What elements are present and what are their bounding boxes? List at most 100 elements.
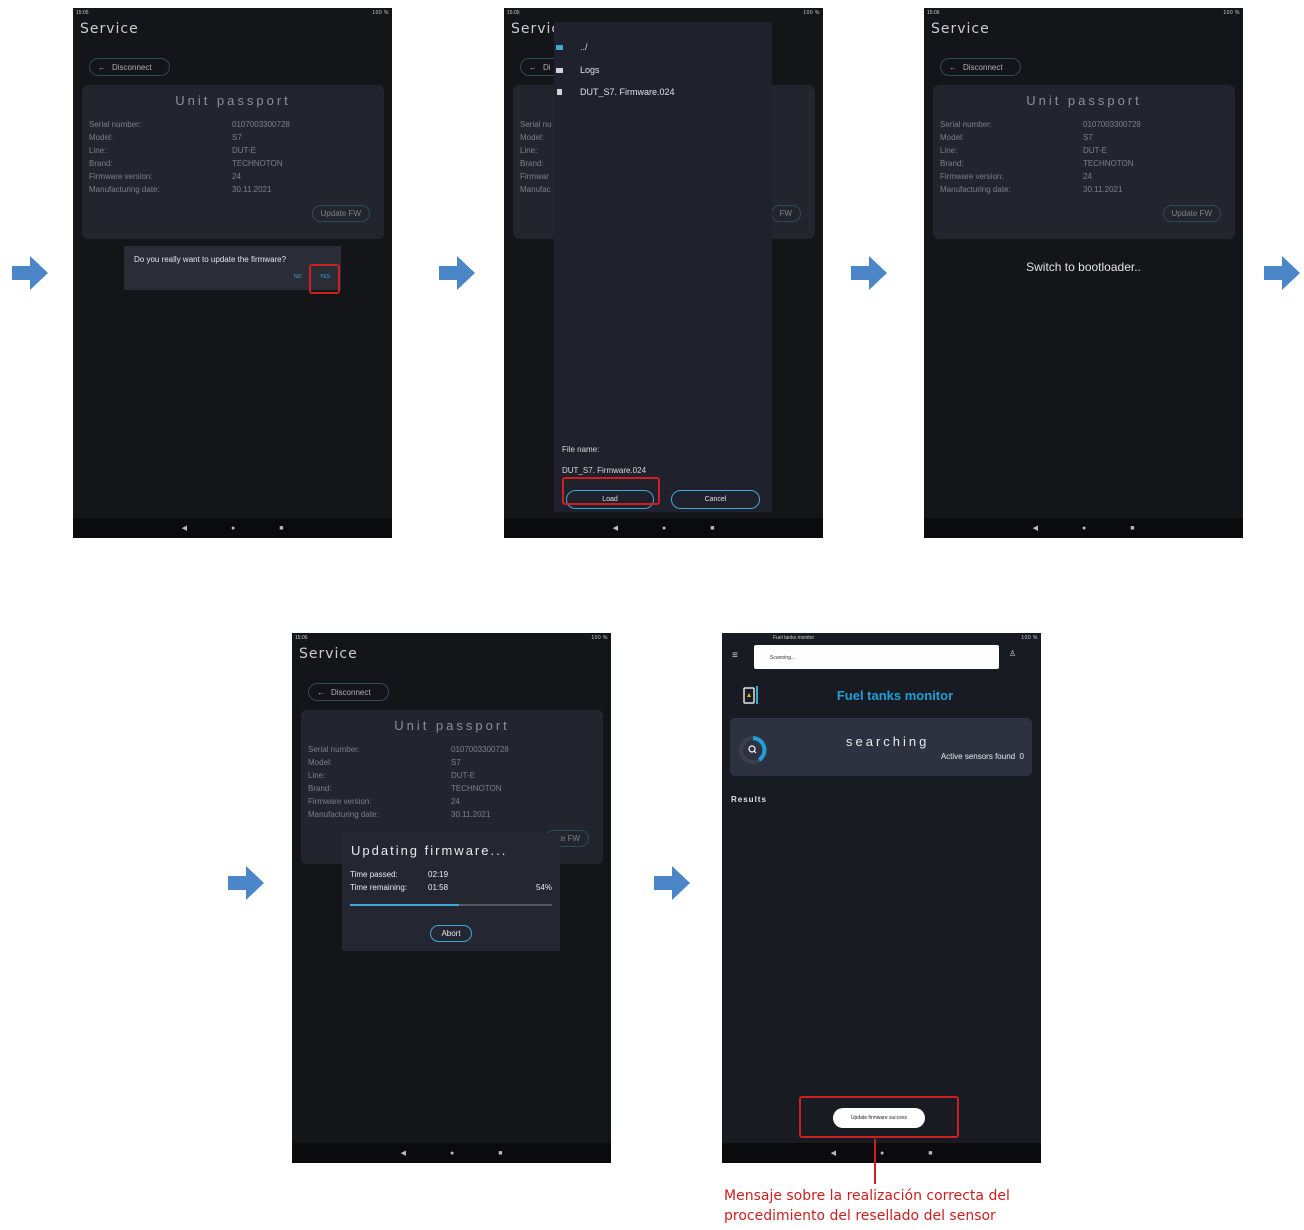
android-nav-bar: ◀ ● ■	[924, 518, 1243, 538]
back-arrow-icon: ←	[98, 62, 106, 72]
caption-line-1: Mensaje sobre la realización correcta de…	[724, 1188, 1010, 1204]
value-brand: TECHNOTON	[232, 159, 283, 168]
passport-title: Unit passport	[394, 718, 510, 733]
label-firmware: Firmware version:	[89, 172, 153, 181]
caption-line-2: procedimiento del resellado del sensor	[724, 1208, 996, 1224]
time-remaining-value: 01:58	[428, 883, 449, 892]
home-nav-icon[interactable]: ●	[450, 1150, 454, 1157]
user-icon[interactable]: ♙	[1009, 649, 1016, 658]
flow-arrow-icon	[228, 866, 264, 900]
android-nav-bar: ◀ ● ■	[504, 518, 823, 538]
value-firmware: 24	[451, 797, 460, 806]
callout-caption: Mensaje sobre la realización correcta de…	[724, 1186, 1084, 1226]
back-nav-icon[interactable]: ◀	[1033, 524, 1038, 532]
recents-nav-icon[interactable]: ■	[498, 1150, 502, 1157]
home-nav-icon[interactable]: ●	[1082, 525, 1086, 532]
passport-title: Unit passport	[175, 93, 291, 108]
recents-nav-icon[interactable]: ■	[710, 525, 714, 532]
updating-dialog: Updating firmware... Time passed: 02:19 …	[342, 833, 560, 951]
search-text: Scanning...	[770, 655, 796, 661]
progress-percent: 54%	[535, 883, 552, 892]
disconnect-button[interactable]: ← Disconnect	[89, 58, 170, 76]
battery-level: 100 %	[1223, 10, 1240, 16]
android-nav-bar: ◀ ● ■	[73, 518, 392, 538]
value-serial: 0107003300728	[1083, 120, 1141, 129]
file-item-label: DUT_S7. Firmware.024	[580, 87, 675, 97]
back-nav-icon[interactable]: ◀	[401, 1149, 406, 1157]
file-item-parent[interactable]: ../	[556, 42, 588, 52]
back-nav-icon[interactable]: ◀	[613, 524, 618, 532]
cancel-button[interactable]: Cancel	[671, 490, 760, 509]
passport-labels: Serial number: Model: Line: Brand: Firmw…	[940, 118, 1011, 196]
tutorial-stage: 15:05 100 % Service ← Disconnect Unit pass…	[0, 0, 1304, 1230]
flow-arrow-icon	[654, 866, 690, 900]
confirm-question: Do you really want to update the firmwar…	[134, 255, 287, 264]
file-item-logs[interactable]: Logs	[556, 65, 600, 75]
highlight-box	[562, 477, 660, 505]
search-field[interactable]: Scanning...	[754, 645, 999, 669]
back-nav-icon[interactable]: ◀	[182, 524, 187, 532]
update-fw-button[interactable]: Update FW	[1162, 205, 1221, 222]
back-arrow-icon: ←	[949, 62, 957, 72]
disconnect-button[interactable]: ← Disconnect	[308, 683, 389, 701]
screen-updating: 15:06 100 % Service ← Disconnect Unit pass…	[292, 633, 611, 1163]
value-model: S7	[451, 758, 461, 767]
disconnect-label: Di	[543, 62, 551, 72]
value-line: DUT-E	[232, 146, 256, 155]
android-nav-bar: ◀ ● ■	[722, 1143, 1041, 1163]
status-bar: 15:06 100 %	[924, 8, 1243, 21]
abort-button[interactable]: Abort	[430, 925, 472, 942]
status-time: 15:06	[927, 10, 940, 16]
updating-title: Updating firmware...	[351, 843, 508, 858]
scanning-spinner-icon	[739, 736, 767, 764]
monitor-title: Fuel tanks monitor	[836, 688, 954, 703]
label-firmware: Firmwar	[520, 172, 549, 181]
update-fw-button[interactable]: Update FW	[311, 205, 370, 222]
flow-arrow-icon	[439, 256, 475, 290]
value-firmware: 24	[232, 172, 241, 181]
recents-nav-icon[interactable]: ■	[279, 525, 283, 532]
value-model: S7	[1083, 133, 1093, 142]
battery-level: 100 %	[803, 10, 820, 16]
time-passed-value: 02:19	[428, 870, 449, 879]
label-brand: Brand:	[940, 159, 964, 168]
value-serial: 0107003300728	[451, 745, 509, 754]
label-line: Line:	[520, 146, 538, 155]
label-serial: Serial nu	[520, 120, 552, 129]
passport-labels: Serial number: Model: Line: Brand: Firmw…	[89, 118, 160, 196]
value-date: 30.11.2021	[232, 185, 272, 194]
home-nav-icon[interactable]: ●	[880, 1150, 884, 1157]
home-nav-icon[interactable]: ●	[231, 525, 235, 532]
file-name-label: File name:	[562, 445, 600, 454]
menu-icon[interactable]: ≡	[732, 650, 738, 661]
home-nav-icon[interactable]: ●	[662, 525, 666, 532]
update-fw-button[interactable]: FW	[770, 205, 801, 222]
screen-confirm-update: 15:05 100 % Service ← Disconnect Unit pass…	[73, 8, 392, 538]
disconnect-button[interactable]: ← Disconnect	[940, 58, 1021, 76]
status-time: 15:05	[76, 10, 89, 16]
active-sensors-label: Active sensors found	[940, 752, 1016, 761]
file-item-firmware[interactable]: DUT_S7. Firmware.024	[557, 87, 675, 97]
passport-values: 0107003300728 S7 DUT-E TECHNOTON 24 30.1…	[232, 118, 290, 196]
file-name-input[interactable]: DUT_S7. Firmware.024	[562, 466, 646, 475]
unit-passport-card: Unit passport Serial number: Model: Line…	[933, 85, 1235, 239]
search-status-panel: searching Active sensors found 0	[730, 718, 1032, 776]
value-brand: TECHNOTON	[451, 784, 502, 793]
flow-arrow-icon	[1264, 256, 1300, 290]
value-line: DUT-E	[451, 771, 475, 780]
recents-nav-icon[interactable]: ■	[1130, 525, 1134, 532]
time-passed-label: Time passed:	[350, 870, 398, 879]
flow-arrow-icon	[12, 256, 48, 290]
recents-nav-icon[interactable]: ■	[928, 1150, 932, 1157]
disconnect-label: Disconnect	[112, 62, 152, 72]
label-model: Model:	[308, 758, 333, 767]
screen-fuel-monitor: Fuel tanks monitor100 % ≡ W Scanning... …	[722, 633, 1041, 1163]
file-picker-dialog: ../ Logs DUT_S7. Firmware.024 File name:…	[554, 22, 772, 512]
disconnect-label: Disconnect	[963, 62, 1003, 72]
page-title: Service	[80, 21, 139, 37]
label-date: Manufac	[520, 185, 551, 194]
value-serial: 0107003300728	[232, 120, 290, 129]
no-button[interactable]: NO	[294, 274, 302, 280]
status-app-name: Fuel tanks monitor	[773, 635, 815, 641]
back-nav-icon[interactable]: ◀	[831, 1149, 836, 1157]
